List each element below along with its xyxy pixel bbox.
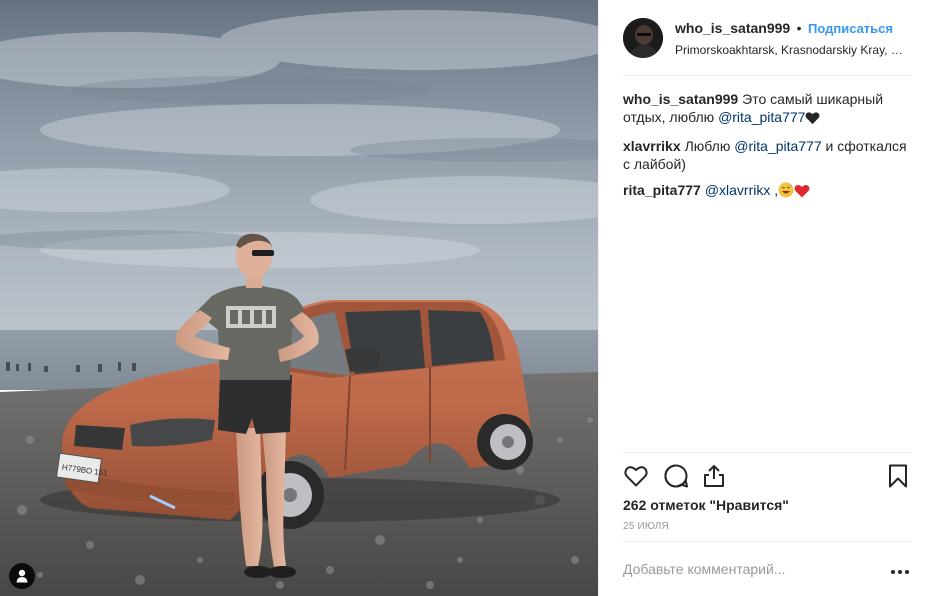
photo-scene: Н779ВО 161 (0, 0, 598, 596)
author-username-link[interactable]: who_is_satan999 (675, 20, 790, 36)
comment-item: xlavrrikx Люблю @rita_pita777 и сфоткался… (623, 137, 911, 173)
follow-button[interactable]: Подписаться (808, 21, 893, 36)
caption-comment: who_is_satan999 Это самый шикарный отдых,… (623, 90, 911, 129)
red-heart-icon (794, 184, 810, 202)
post-photo[interactable]: Н779ВО 161 (0, 0, 598, 596)
comment-username[interactable]: rita_pita777 (623, 182, 701, 198)
share-upload-icon (704, 465, 724, 487)
comment-mention[interactable]: @xlavrrikx (705, 182, 771, 198)
post-date[interactable]: 25 ИЮЛЯ (623, 521, 669, 532)
user-tag-button[interactable] (9, 563, 35, 589)
comment-button[interactable] (663, 463, 689, 489)
add-comment-input[interactable] (623, 561, 873, 577)
bookmark-icon (889, 464, 907, 488)
add-comment-bar (623, 541, 911, 596)
comment-item: rita_pita777 @xlavrrikx , (623, 181, 911, 202)
post-header: who_is_satan999 • Подписаться Primorskoa… (623, 16, 911, 76)
post-side-panel: who_is_satan999 • Подписаться Primorskoa… (598, 0, 932, 596)
comment-text: Люблю (684, 138, 735, 154)
speech-bubble-icon (664, 464, 688, 488)
comment-username[interactable]: who_is_satan999 (623, 91, 738, 107)
location-link[interactable]: Primorskoakhtarsk, Krasnodarskiy Kray, R… (675, 43, 911, 57)
like-button[interactable] (623, 463, 649, 489)
comment-mention[interactable]: @rita_pita777 (734, 138, 821, 154)
avatar[interactable] (623, 18, 663, 58)
heart-outline-icon (624, 466, 648, 487)
user-tag-icon (16, 569, 28, 583)
action-bar (623, 452, 911, 500)
comments-list: who_is_satan999 Это самый шикарный отдых,… (623, 90, 911, 210)
more-dots-icon (891, 570, 909, 574)
comment-mention[interactable]: @rita_pita777 (718, 109, 805, 125)
likes-count-link[interactable]: 262 отметок "Нравится" (623, 497, 789, 513)
grin-sweat-emoji-icon (778, 182, 794, 202)
more-options-button[interactable] (889, 564, 911, 574)
separator-dot: • (796, 20, 802, 36)
comment-username[interactable]: xlavrrikx (623, 138, 681, 154)
avatar-image (623, 18, 663, 58)
save-button[interactable] (885, 463, 911, 489)
share-button[interactable] (701, 463, 727, 489)
black-heart-icon (805, 111, 820, 129)
comment-text-after: , (770, 182, 779, 198)
